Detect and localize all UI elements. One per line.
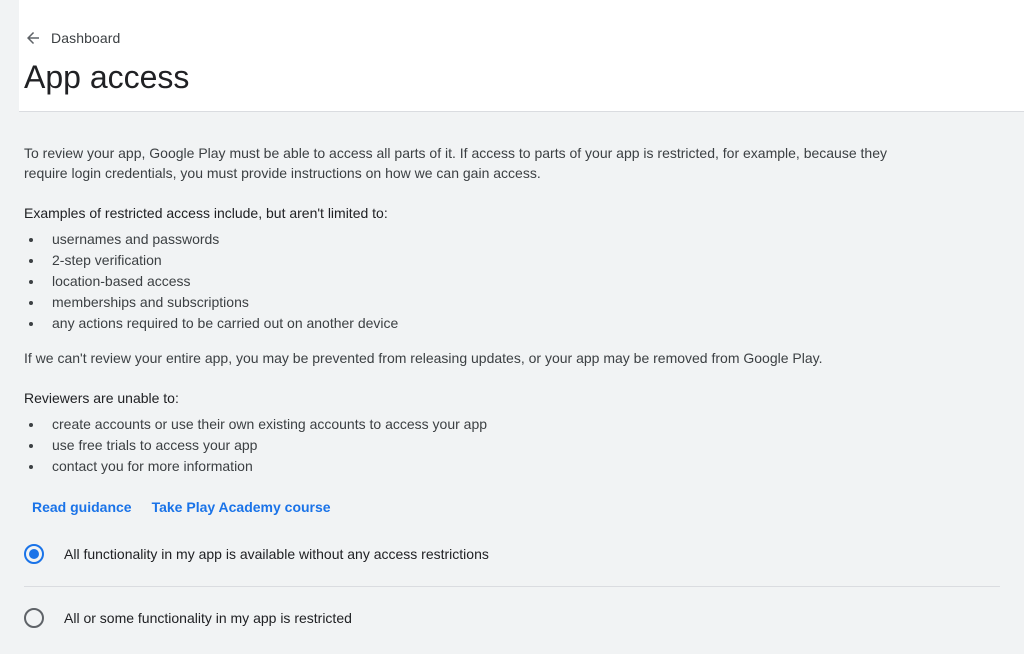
radio-button-selected[interactable] (24, 544, 44, 564)
play-academy-course-link[interactable]: Take Play Academy course (152, 499, 331, 515)
list-item: contact you for more information (24, 456, 1000, 477)
list-item: memberships and subscriptions (24, 292, 1000, 313)
option-no-restrictions[interactable]: All functionality in my app is available… (24, 542, 1000, 566)
list-item: use free trials to access your app (24, 435, 1000, 456)
option-label[interactable]: All functionality in my app is available… (64, 546, 489, 562)
radio-button[interactable] (24, 608, 44, 628)
intro-text: To review your app, Google Play must be … (24, 145, 887, 181)
list-item: create accounts or use their own existin… (24, 414, 1000, 435)
list-item: 2-step verification (24, 250, 1000, 271)
option-label[interactable]: All or some functionality in my app is r… (64, 610, 352, 626)
list-item: location-based access (24, 271, 1000, 292)
main-content: To review your app, Google Play must be … (24, 143, 1000, 630)
arrow-left-icon (27, 32, 39, 44)
option-restricted[interactable]: All or some functionality in my app is r… (24, 606, 1000, 630)
list-item: any actions required to be carried out o… (24, 313, 1000, 334)
page-header: Dashboard App access (19, 0, 1024, 112)
read-guidance-link[interactable]: Read guidance (32, 499, 132, 515)
divider (24, 586, 1000, 587)
back-to-dashboard-link[interactable]: Dashboard (25, 28, 120, 48)
help-links: Read guidance Take Play Academy course (32, 499, 1000, 515)
warning-text: If we can't review your entire app, you … (24, 350, 823, 366)
reviewers-heading: Reviewers are unable to: (24, 390, 179, 406)
reviewers-list: create accounts or use their own existin… (24, 414, 1000, 477)
examples-heading: Examples of restricted access include, b… (24, 205, 388, 221)
examples-list: usernames and passwords 2-step verificat… (24, 229, 1000, 334)
back-label[interactable]: Dashboard (51, 30, 120, 46)
list-item: usernames and passwords (24, 229, 1000, 250)
page-title: App access (24, 59, 190, 95)
